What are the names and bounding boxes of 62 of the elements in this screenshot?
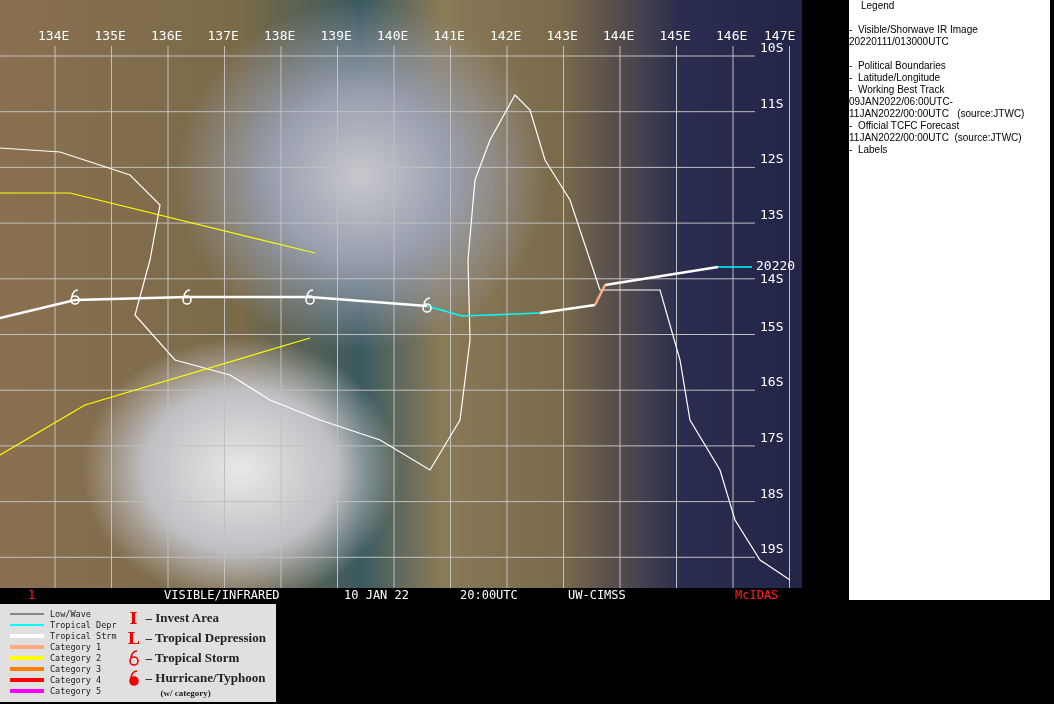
- legend-line: 09JAN2022/06:00UTC-: [849, 96, 954, 108]
- legend-line: - Working Best Track: [849, 84, 946, 96]
- storm-symbol-icon: [126, 649, 141, 667]
- track-type-label: Tropical Depr: [50, 619, 117, 630]
- longitude-label: 139E: [320, 28, 352, 43]
- storm-symbol-icon: [305, 289, 315, 305]
- symbol-letter: I: [128, 608, 139, 628]
- longitude-label: 141E: [433, 28, 465, 43]
- legend-line: - Visible/Shorwave IR Image: [849, 24, 979, 36]
- latitude-label: 14S: [760, 270, 784, 286]
- longitude-label: 136E: [151, 28, 183, 43]
- frame-number: 1: [28, 588, 37, 602]
- symbol-label: – Tropical Storm: [145, 650, 240, 666]
- track-type-label: Category 5: [50, 685, 102, 696]
- track-type-label: Category 1: [50, 641, 102, 652]
- latitude-label: 11S: [760, 95, 784, 111]
- longitude-label: 138E: [264, 28, 296, 43]
- track-type-label: Category 2: [50, 652, 102, 663]
- latitude-label: 12S: [760, 151, 784, 167]
- latitude-label: 18S: [760, 485, 784, 501]
- product-label: VISIBLE/INFRARED: [164, 588, 281, 602]
- longitude-label: 135E: [94, 28, 126, 43]
- time-label: 20:00UTC: [460, 588, 519, 602]
- latitude-label: 16S: [760, 374, 784, 390]
- symbol-label: – Hurricane/Typhoon: [145, 670, 266, 686]
- latitude-label: 19S: [760, 541, 784, 557]
- track-type-label: Category 3: [50, 663, 102, 674]
- latitude-label: 17S: [760, 429, 784, 445]
- latitude-label: 13S: [760, 207, 784, 223]
- legend-line: - Official TCFC Forecast: [849, 120, 961, 132]
- symbol-letter: L: [126, 628, 141, 648]
- track-type-label: Category 4: [50, 674, 102, 685]
- latitude-label: 15S: [760, 318, 784, 334]
- longitude-label: 143E: [546, 28, 578, 43]
- longitude-label: 134E: [38, 28, 70, 43]
- legend-line: - Latitude/Longitude: [849, 72, 942, 84]
- longitude-label: 146E: [716, 28, 748, 43]
- storm-symbol-icon: [422, 297, 432, 313]
- legend-line: 11JAN2022/00:00UTC (source:JTWC): [849, 132, 1023, 144]
- longitude-label: 137E: [207, 28, 239, 43]
- legend-line: - Labels: [849, 144, 889, 156]
- source-label: UW-CIMSS: [568, 588, 627, 602]
- symbol-label: – Tropical Depression: [145, 630, 266, 646]
- longitude-label: 144E: [603, 28, 635, 43]
- date-label: 10 JAN 22: [344, 588, 411, 602]
- longitude-label: 140E: [377, 28, 409, 43]
- legend-line: 20220111/013000UTC: [849, 36, 950, 48]
- storm-symbol-icon: [182, 289, 192, 305]
- track-type-label: Low/Wave: [50, 608, 91, 619]
- storm-symbol-icon: [70, 289, 80, 305]
- symbol-note: (w/ category): [159, 688, 212, 698]
- longitude-label: 147E: [764, 28, 796, 43]
- latitude-label: 10S: [760, 40, 784, 55]
- longitude-label: 145E: [659, 28, 691, 43]
- symbol-label: – Invest Area: [145, 610, 219, 626]
- legend-title: Legend: [860, 0, 896, 12]
- hurricane-symbol-icon: [126, 669, 141, 687]
- legend-line: 11JAN2022/00:00UTC (source:JTWC): [849, 108, 1026, 120]
- track-type-label: Tropical Strm: [50, 630, 117, 641]
- legend-line: - Political Boundaries: [849, 60, 947, 72]
- brand-label: McIDAS: [735, 588, 780, 602]
- longitude-label: 142E: [490, 28, 522, 43]
